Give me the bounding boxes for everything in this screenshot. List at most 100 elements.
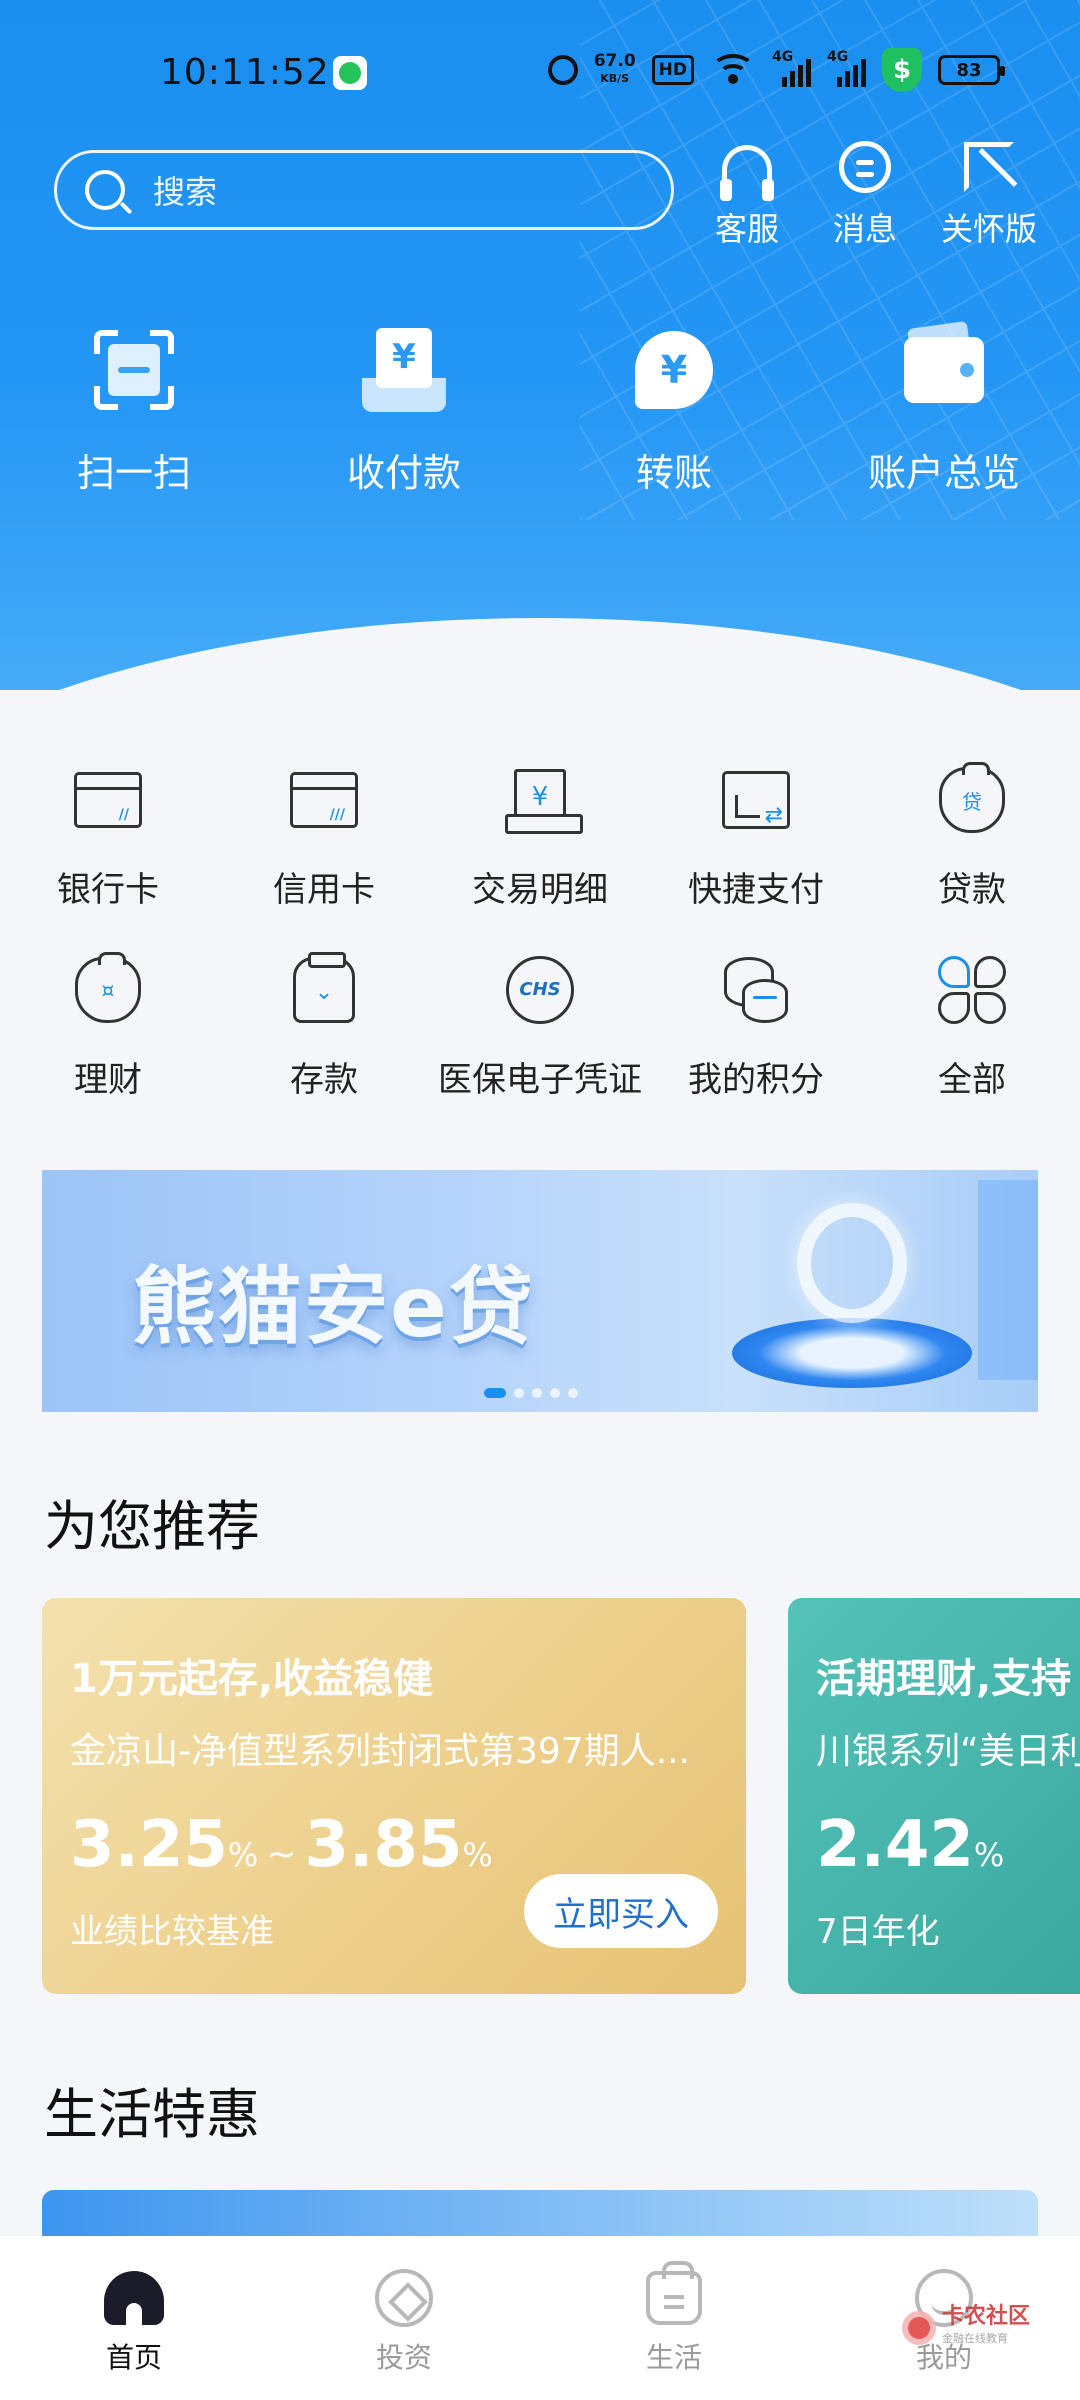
card-rate: 3.25% ~3.85% <box>70 1808 493 1882</box>
func-deposit-label: 存款 <box>290 1060 358 1100</box>
account-overview-label: 账户总览 <box>867 451 1020 495</box>
tab-home-label: 首页 <box>105 2341 162 2374</box>
card-headline: 1万元起存,收益稳健 <box>70 1656 434 1702</box>
transfer-label: 转账 <box>635 451 712 495</box>
hd-badge: HD <box>651 55 694 85</box>
scan-label: 扫一扫 <box>76 451 191 495</box>
banner-title: 熊猫安e贷 <box>132 1258 535 1356</box>
card-headline: 活期理财,支持 <box>816 1656 1072 1702</box>
net-speed-unit: KB/S <box>600 72 630 85</box>
banner-dot <box>532 1388 542 1398</box>
recommend-title: 为您推荐 <box>44 1495 260 1558</box>
battery-icon: 83 <box>938 55 1005 85</box>
card-rate-note: 7日年化 <box>816 1912 940 1952</box>
recommend-card[interactable]: 1万元起存,收益稳健 金凉山-净值型系列封闭式第397期人... 3.25% ~3… <box>42 1598 746 1994</box>
transfer-button[interactable]: ¥ 转账 <box>574 320 774 497</box>
rate-unit: % <box>973 1836 1005 1874</box>
recommend-card[interactable]: 活期理财,支持 川银系列“美日利 2.42% 7日年化 <box>788 1598 1080 1994</box>
credit-card-icon <box>290 772 358 828</box>
rate-low: 3.25 <box>70 1808 228 1882</box>
all-services-icon <box>938 956 1006 1024</box>
tab-home[interactable]: 首页 <box>64 2266 204 2376</box>
scan-button[interactable]: 扫一扫 <box>34 320 234 497</box>
search-bar[interactable]: 搜索 <box>54 150 674 230</box>
func-medical-insurance-label: 医保电子凭证 <box>438 1060 642 1100</box>
home-icon <box>104 2271 164 2325</box>
func-all[interactable]: 全部 <box>864 950 1080 1101</box>
banner-dot <box>568 1388 578 1398</box>
func-loan[interactable]: 贷 贷款 <box>864 760 1080 911</box>
net-speed-value: 67.0 <box>593 51 636 71</box>
func-loan-label: 贷款 <box>938 870 1006 910</box>
func-wealth-label: 理财 <box>74 1060 142 1100</box>
care-mode-button[interactable]: 关怀版 <box>934 136 1044 250</box>
watermark-logo-icon <box>902 2311 936 2345</box>
card-rate: 2.42% <box>816 1808 1004 1882</box>
func-credit-card-label: 信用卡 <box>273 870 375 910</box>
alarm-icon <box>547 55 578 85</box>
collect-pay-button[interactable]: ¥ 收付款 <box>304 320 504 497</box>
func-credit-card[interactable]: 信用卡 <box>216 760 432 911</box>
func-wealth[interactable]: ¤ 理财 <box>0 950 216 1101</box>
card-rate-note: 业绩比较基准 <box>70 1912 274 1952</box>
watermark-sub: 金融在线教育 <box>942 2332 1008 2345</box>
messages-label: 消息 <box>832 210 897 248</box>
banner-dot <box>514 1388 524 1398</box>
watermark: 卡农社区金融在线教育 <box>902 2306 1030 2350</box>
tab-invest[interactable]: 投资 <box>334 2266 474 2376</box>
banner-dot <box>484 1388 506 1398</box>
payment-code-icon: ¥ <box>362 328 446 412</box>
headset-icon <box>720 145 774 201</box>
search-icon <box>85 170 125 210</box>
func-transaction-detail-label: 交易明细 <box>472 870 608 910</box>
wallet-icon <box>904 337 984 403</box>
func-quick-pay[interactable]: 快捷支付 <box>648 760 864 911</box>
rate-value: 2.42 <box>816 1808 974 1882</box>
security-shield-icon: $ <box>882 48 922 92</box>
card-product-name: 金凉山-净值型系列封闭式第397期人... <box>70 1731 691 1772</box>
banner-dot <box>550 1388 560 1398</box>
rate-separator: ~ <box>266 1834 297 1875</box>
buy-now-button[interactable]: 立即买入 <box>524 1874 718 1948</box>
func-deposit[interactable]: ⌄ 存款 <box>216 950 432 1101</box>
func-points[interactable]: 我的积分 <box>648 950 864 1101</box>
status-icons: 67.0 KB/S HD 4G 4G $ 83 <box>547 48 1005 92</box>
func-bank-card[interactable]: 银行卡 <box>0 760 216 911</box>
status-time: 10:11:52 <box>160 51 330 93</box>
care-mode-icon <box>964 142 1014 192</box>
wifi-icon <box>710 54 756 86</box>
banner-decoration <box>978 1180 1038 1380</box>
func-medical-insurance[interactable]: CHS 医保电子凭证 <box>432 950 648 1101</box>
func-quick-pay-label: 快捷支付 <box>688 870 824 910</box>
quick-pay-icon <box>722 771 790 829</box>
header-curve <box>0 618 1080 690</box>
func-points-label: 我的积分 <box>688 1060 824 1100</box>
tab-life[interactable]: 生活 <box>604 2261 744 2376</box>
loan-icon: 贷 <box>939 762 1005 833</box>
signal-2-label: 4G <box>827 49 849 65</box>
rate-unit: % <box>462 1836 493 1874</box>
life-icon <box>646 2261 702 2325</box>
collect-pay-label: 收付款 <box>346 451 461 495</box>
transaction-detail-icon: ¥ <box>505 769 583 834</box>
rate-high: 3.85 <box>304 1808 463 1882</box>
signal-1-label: 4G <box>772 49 794 65</box>
func-bank-card-label: 银行卡 <box>57 870 159 910</box>
care-mode-label: 关怀版 <box>940 210 1037 248</box>
promo-banner[interactable]: 熊猫安e贷 <box>42 1170 1038 1412</box>
bank-card-icon <box>74 772 142 828</box>
func-all-label: 全部 <box>938 1060 1006 1100</box>
deposit-icon: ⌄ <box>293 952 355 1023</box>
func-transaction-detail[interactable]: ¥ 交易明细 <box>432 760 648 911</box>
account-overview-button[interactable]: 账户总览 <box>844 320 1044 497</box>
cell-signal-1-icon: 4G <box>772 49 811 87</box>
messages-button[interactable]: 消息 <box>810 136 920 250</box>
wealth-icon: ¤ <box>75 952 141 1023</box>
points-icon <box>724 957 788 1023</box>
tab-invest-label: 投资 <box>375 2341 432 2374</box>
watermark-name: 卡农社区 <box>942 2304 1031 2329</box>
message-icon <box>839 141 891 193</box>
customer-service-button[interactable]: 客服 <box>692 136 802 250</box>
transfer-icon: ¥ <box>635 331 713 409</box>
scan-icon <box>94 330 174 410</box>
